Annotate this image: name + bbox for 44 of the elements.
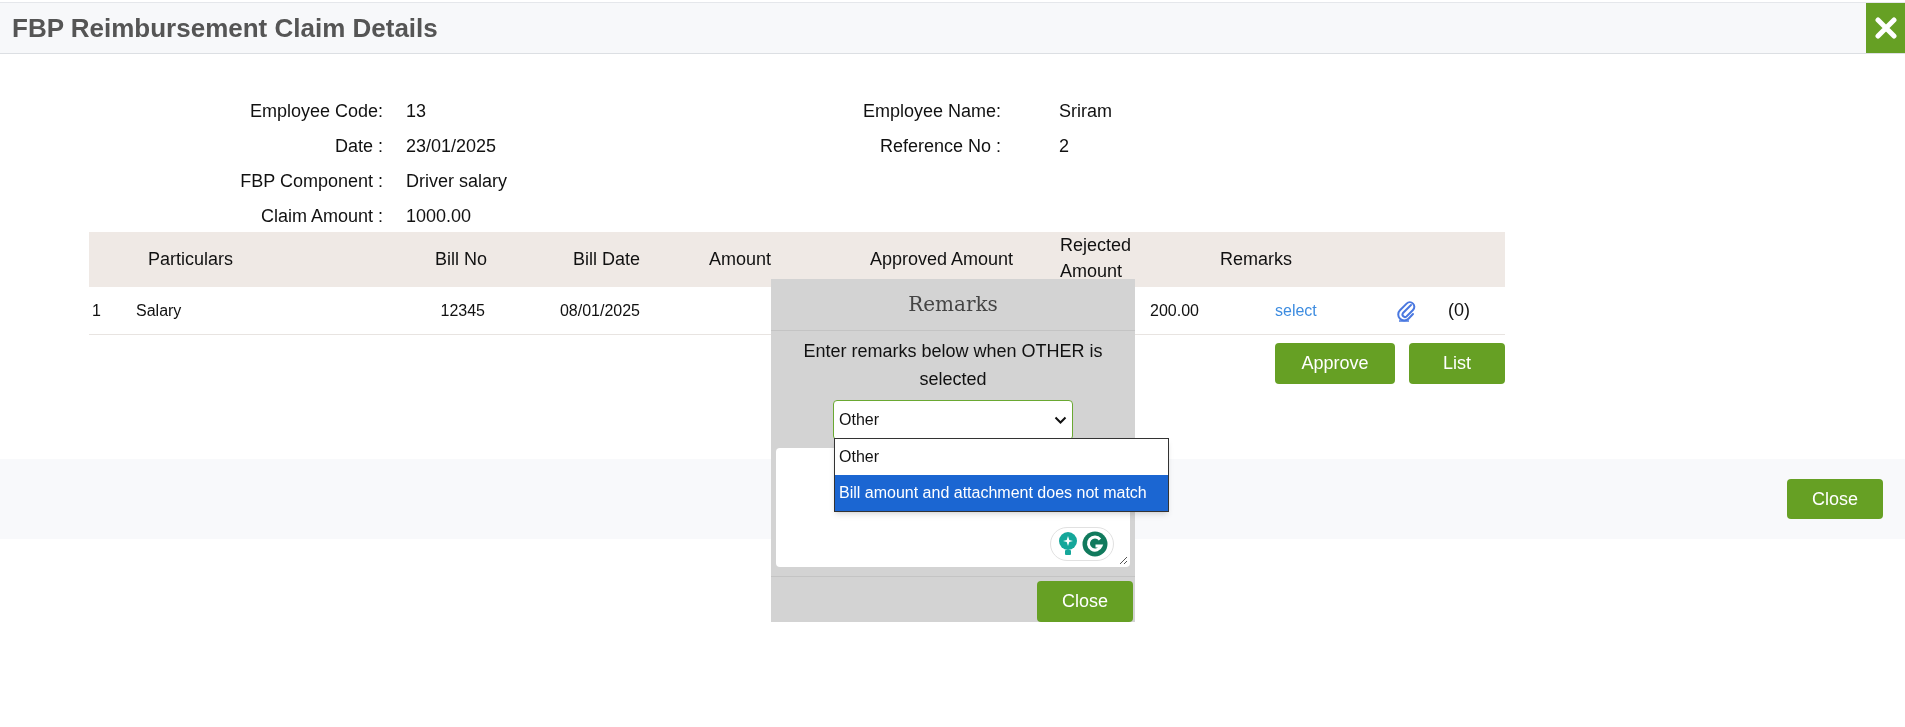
column-header: Approved Amount	[870, 248, 1015, 271]
field-label: Claim Amount :	[259, 205, 383, 228]
instruction-text: Enter remarks below when OTHER is selected	[802, 339, 1104, 391]
close-icon	[1874, 17, 1897, 39]
column-header: Rejected Amount	[1060, 234, 1133, 283]
field-label: Reference No :	[878, 135, 1001, 158]
action-button[interactable]: Approve	[1275, 343, 1395, 384]
field-value: 23/01/2025	[406, 135, 498, 158]
table-cell-text: 12345	[439, 300, 485, 321]
grammarly-widget[interactable]	[1050, 527, 1114, 561]
grammarly-icon	[1081, 531, 1108, 557]
select-link[interactable]: select	[1275, 298, 1397, 323]
column-header: Bill Date	[571, 248, 640, 271]
column-header: Particulars	[148, 248, 235, 271]
field-value: Driver salary	[406, 170, 508, 193]
close-button[interactable]: Close	[1787, 479, 1883, 519]
field-value: 1000.00	[406, 205, 473, 228]
remarks-select[interactable]: Other	[833, 399, 1073, 440]
column-header: Amount	[707, 248, 771, 271]
field-label: Employee Code:	[248, 100, 383, 123]
table-cell-text: 1	[91, 300, 102, 321]
action-button[interactable]: List	[1409, 343, 1505, 384]
table-cell-text: 200.00	[1150, 300, 1200, 321]
chevron-down-icon	[1054, 415, 1067, 424]
paperclip-icon[interactable]	[1397, 299, 1417, 322]
field-value: Sriram	[1059, 100, 1113, 123]
page-title: FBP Reimbursement Claim Details	[11, 11, 438, 45]
field-label: FBP Component :	[239, 170, 383, 193]
column-header: Bill No	[434, 248, 487, 271]
popup-title: Remarks	[908, 291, 998, 319]
field-label: Employee Name:	[861, 100, 1001, 123]
lightbulb-icon	[1056, 531, 1079, 557]
table-cell-text: Salary	[136, 300, 183, 321]
close-button[interactable]: Close	[1037, 581, 1133, 622]
dropdown-option[interactable]: Other	[835, 439, 1168, 475]
attachment-count: (0)	[1448, 299, 1470, 322]
table-cell-text: 08/01/2025	[558, 300, 640, 321]
resize-handle-icon[interactable]	[1118, 555, 1128, 565]
column-header: Remarks	[1220, 248, 1293, 271]
close-button[interactable]	[1866, 3, 1905, 53]
field-label: Date :	[333, 135, 383, 158]
dropdown-option[interactable]: Bill amount and attachment does not match	[835, 475, 1168, 511]
field-value: 13	[406, 100, 428, 123]
field-value: 2	[1059, 135, 1070, 158]
